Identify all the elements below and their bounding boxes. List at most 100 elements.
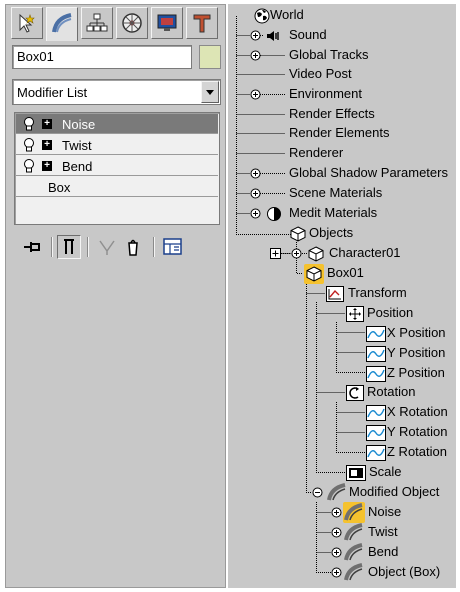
tab-hierarchy[interactable] [81, 7, 113, 39]
command-panel-tabs [11, 7, 221, 41]
configure-modifier-sets-button[interactable] [161, 235, 185, 259]
tree-node-video-post[interactable]: Video Post [289, 66, 352, 82]
expand-icon[interactable] [250, 30, 261, 41]
expand-icon[interactable]: + [42, 161, 52, 171]
collapse-icon[interactable] [312, 487, 323, 498]
create-icon [19, 13, 35, 33]
stack-item-label: Noise [62, 117, 96, 132]
modify-icon [52, 13, 72, 33]
show-end-result-icon [64, 239, 74, 254]
objects-icon [290, 226, 306, 242]
tree-node-render-effects[interactable]: Render Effects [289, 106, 375, 122]
hierarchy-icon [86, 13, 108, 32]
tree-node-z-rotation[interactable]: Z Rotation [387, 444, 447, 460]
modifier-list-label: Modifier List [17, 85, 88, 100]
tree-node-environment[interactable]: Environment [289, 86, 362, 102]
object-color-swatch[interactable] [199, 45, 221, 69]
tree-node-sound[interactable]: Sound [289, 27, 327, 43]
lightbulb-icon[interactable] [22, 137, 36, 153]
expand-icon[interactable] [331, 567, 342, 578]
stack-toolbar [21, 233, 221, 261]
tab-utilities[interactable] [186, 7, 218, 39]
utilities-icon [193, 14, 211, 33]
curve-icon [366, 366, 386, 382]
tree-node-objects[interactable]: Objects [309, 225, 353, 241]
tree-node-renderer[interactable]: Renderer [289, 145, 343, 161]
tree-node-world[interactable]: World [270, 7, 304, 23]
remove-modifier-button[interactable] [121, 235, 145, 259]
tree-node-scene-materials[interactable]: Scene Materials [289, 185, 382, 201]
stack-item-bend[interactable]: + Bend [16, 156, 218, 176]
tree-node-y-position[interactable]: Y Position [387, 345, 445, 361]
tree-node-medit-materials[interactable]: Medit Materials [289, 205, 377, 221]
curve-icon [366, 405, 386, 421]
modifier-icon [344, 563, 363, 581]
tree-node-position[interactable]: Position [367, 305, 413, 321]
curve-icon [366, 445, 386, 461]
tree-node-scale[interactable]: Scale [369, 464, 402, 480]
tree-node-rotation[interactable]: Rotation [367, 384, 415, 400]
tree-node-modified-object[interactable]: Modified Object [349, 484, 439, 500]
tree-node-global-shadow-parameters[interactable]: Global Shadow Parameters [289, 165, 448, 181]
rotation-icon [346, 385, 364, 401]
expand-icon[interactable] [250, 168, 261, 179]
tree-node-render-elements[interactable]: Render Elements [289, 125, 389, 141]
expand-icon[interactable]: + [42, 119, 52, 129]
sound-icon [267, 31, 279, 41]
expand-icon[interactable] [291, 248, 302, 259]
display-icon [157, 14, 177, 31]
scale-icon [346, 465, 366, 481]
object-icon [308, 246, 324, 262]
expand-box-icon[interactable] [270, 248, 281, 259]
tree-node-twist[interactable]: Twist [368, 524, 398, 540]
expand-icon[interactable] [331, 547, 342, 558]
tree-node-bend[interactable]: Bend [368, 544, 398, 560]
stack-item-twist[interactable]: + Twist [16, 135, 218, 155]
lightbulb-icon[interactable] [22, 116, 36, 132]
tab-motion[interactable] [116, 7, 148, 39]
tree-node-x-rotation[interactable]: X Rotation [387, 404, 448, 420]
pin-stack-button[interactable] [21, 235, 45, 259]
tree-node-box01[interactable]: Box01 [327, 265, 364, 281]
command-panel: Box01 Modifier List + Noise + Twist + Be… [5, 4, 226, 588]
show-end-result-button[interactable] [57, 235, 81, 259]
modifier-icon [344, 503, 363, 521]
tab-display[interactable] [151, 7, 183, 39]
position-icon [346, 306, 364, 322]
modifier-icon [344, 523, 363, 541]
make-unique-button[interactable] [95, 235, 119, 259]
expand-icon[interactable]: + [42, 140, 52, 150]
tree-node-noise[interactable]: Noise [368, 504, 401, 520]
stack-item-label: Box [48, 180, 71, 195]
chevron-down-icon[interactable] [201, 81, 219, 103]
configure-sets-icon [163, 238, 182, 255]
expand-icon[interactable] [250, 188, 261, 199]
stack-item-box[interactable]: Box [16, 177, 218, 197]
curve-icon [366, 326, 386, 342]
stack-item-noise[interactable]: + Noise [16, 114, 218, 134]
expand-icon[interactable] [331, 527, 342, 538]
tab-modify[interactable] [46, 7, 78, 41]
expand-icon[interactable] [250, 50, 261, 61]
tree-node-x-position[interactable]: X Position [387, 325, 446, 341]
tree-node-z-position[interactable]: Z Position [387, 365, 445, 381]
tree-node-y-rotation[interactable]: Y Rotation [387, 424, 447, 440]
transform-icon [326, 286, 344, 302]
modifier-list-dropdown[interactable]: Modifier List [12, 79, 221, 105]
expand-icon[interactable] [331, 507, 342, 518]
object-name-field[interactable]: Box01 [12, 45, 192, 69]
expand-icon[interactable] [250, 208, 261, 219]
tree-node-character01[interactable]: Character01 [329, 245, 401, 261]
tree-node-transform[interactable]: Transform [348, 285, 407, 301]
tree-node-object-box[interactable]: Object (Box) [368, 564, 440, 580]
tree-node-global-tracks[interactable]: Global Tracks [289, 47, 368, 63]
trash-icon [128, 239, 138, 256]
modifier-stack: + Noise + Twist + Bend Box [14, 112, 220, 225]
object-name-row: Box01 [12, 45, 222, 69]
lightbulb-icon[interactable] [22, 158, 36, 174]
world-icon [254, 8, 270, 24]
pin-icon [24, 242, 40, 252]
tab-create[interactable] [11, 7, 43, 39]
material-sphere-icon [267, 207, 281, 221]
expand-icon[interactable] [250, 89, 261, 100]
